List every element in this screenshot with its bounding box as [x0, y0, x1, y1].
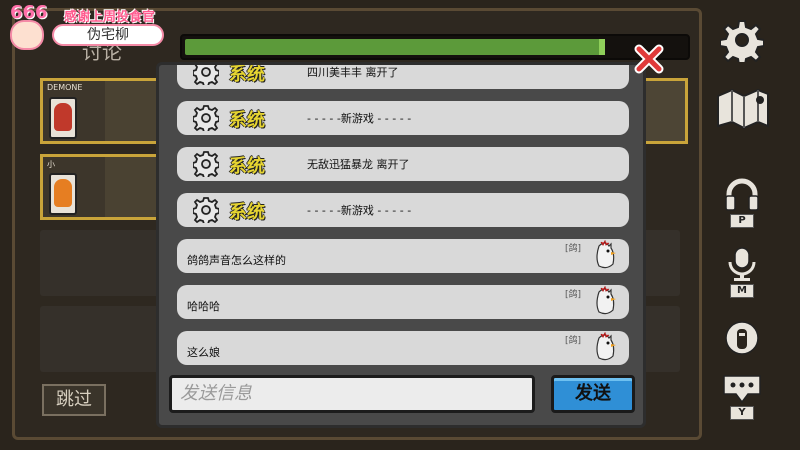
player-avatar: [49, 173, 77, 215]
gear-icon: [192, 65, 220, 89]
player-avatar: [49, 97, 77, 139]
player-card[interactable]: [640, 78, 688, 144]
quick-chat-button[interactable]: Y: [722, 374, 762, 420]
message-text: - - - - -新游戏 - - - - -: [307, 112, 412, 125]
chat-message: 这么娘 [鸽]: [177, 331, 629, 365]
chat-panel: 系统 四川美丰丰 离开了 系统 - - - - -新游戏 - - - - - 系…: [156, 62, 646, 428]
close-chat-button[interactable]: [634, 44, 664, 74]
skip-vote-button[interactable]: 跳过: [42, 384, 106, 416]
system-message: 系统 - - - - -新游戏 - - - - -: [177, 193, 629, 227]
close-icon: [634, 44, 664, 78]
hand-icon: [10, 20, 44, 50]
system-message: 系统 无敌迅猛暴龙 离开了: [177, 147, 629, 181]
system-label: 系统: [229, 110, 265, 131]
send-button[interactable]: 发送: [551, 375, 635, 413]
chat-bubble-icon: [722, 374, 762, 404]
message-text: 无敌迅猛暴龙 离开了: [307, 158, 410, 171]
chat-input[interactable]: 发送信息: [169, 375, 535, 413]
player-name: 小: [47, 160, 55, 169]
sender-tag: [鸽]: [564, 244, 581, 254]
message-text: 哈哈哈: [187, 300, 220, 313]
message-text: - - - - -新游戏 - - - - -: [307, 204, 412, 217]
gear-icon: [192, 105, 220, 135]
sender-tag: [鸽]: [564, 336, 581, 346]
chat-message: 鸽鸽声音怎么这样的 [鸽]: [177, 239, 629, 273]
system-label: 系统: [229, 156, 265, 177]
character-button[interactable]: [724, 320, 760, 356]
map-icon: [714, 86, 772, 130]
speaker-toggle[interactable]: P: [724, 178, 760, 228]
message-text: 鸽鸽声音怎么这样的: [187, 254, 286, 267]
system-label: 系统: [229, 64, 265, 85]
timer-fill: [185, 39, 605, 55]
chicken-avatar-icon: [593, 285, 617, 319]
overlay-thanks-text: 感谢上周投食官: [64, 10, 156, 25]
hotkey-label: P: [730, 214, 754, 228]
character-icon: [724, 320, 760, 356]
microphone-toggle[interactable]: M: [724, 246, 760, 298]
map-button[interactable]: [714, 86, 772, 130]
hotkey-label: Y: [730, 406, 754, 420]
message-text: 这么娘: [187, 346, 220, 359]
chicken-avatar-icon: [593, 331, 617, 365]
microphone-icon: [724, 246, 760, 282]
system-message: 系统 - - - - -新游戏 - - - - -: [177, 101, 629, 135]
chat-message: 哈哈哈 [鸽]: [177, 285, 629, 319]
gear-icon: [192, 151, 220, 181]
system-label: 系统: [229, 202, 265, 223]
overlay-name-pill: 伪宅柳: [52, 24, 164, 46]
gear-icon: [192, 197, 220, 227]
chicken-avatar-icon: [593, 239, 617, 273]
headphones-icon: [724, 178, 760, 212]
streamer-overlay: 666 感谢上周投食官 伪宅柳: [4, 2, 164, 50]
hotkey-label: M: [730, 284, 754, 298]
timer-marker: [599, 39, 605, 55]
system-message: 系统 四川美丰丰 离开了: [177, 64, 629, 89]
discussion-timer-bar: [180, 34, 690, 60]
sender-tag: [鸽]: [564, 290, 581, 300]
gear-icon: [720, 18, 764, 62]
message-text: 四川美丰丰 离开了: [307, 66, 399, 79]
player-name: DEMONE: [47, 83, 83, 92]
settings-button[interactable]: [720, 18, 764, 62]
